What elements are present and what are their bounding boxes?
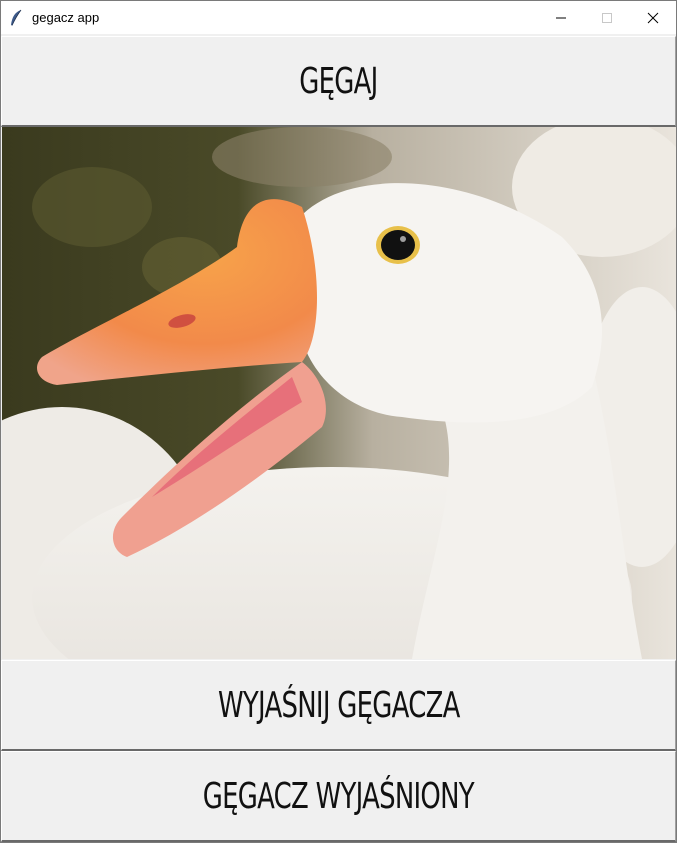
close-icon (647, 12, 659, 24)
minimize-button[interactable] (538, 1, 584, 34)
wyjasnij-button[interactable]: WYJAŚNIJ GĘGACZA (1, 660, 676, 751)
maximize-icon (601, 12, 613, 24)
window-title: gegacz app (32, 10, 100, 25)
close-button[interactable] (630, 1, 676, 34)
app-window: gegacz app GĘGAJ WYJAŚNIJ GĘGACZA GĘGACZ… (0, 0, 677, 843)
wyjasnij-button-label: WYJAŚNIJ GĘGACZA (217, 684, 460, 726)
wyjasniony-button-label: GĘGACZ WYJAŚNIONY (202, 775, 475, 817)
minimize-icon (555, 12, 567, 24)
feather-icon (9, 9, 23, 27)
maximize-button[interactable] (584, 1, 630, 34)
title-bar[interactable]: gegacz app (1, 1, 676, 34)
gegaj-button[interactable]: GĘGAJ (1, 36, 676, 127)
wyjasniony-button[interactable]: GĘGACZ WYJAŚNIONY (1, 751, 676, 842)
goose-image (2, 127, 676, 659)
window-controls (538, 1, 676, 34)
gegaj-button-label: GĘGAJ (299, 60, 378, 102)
